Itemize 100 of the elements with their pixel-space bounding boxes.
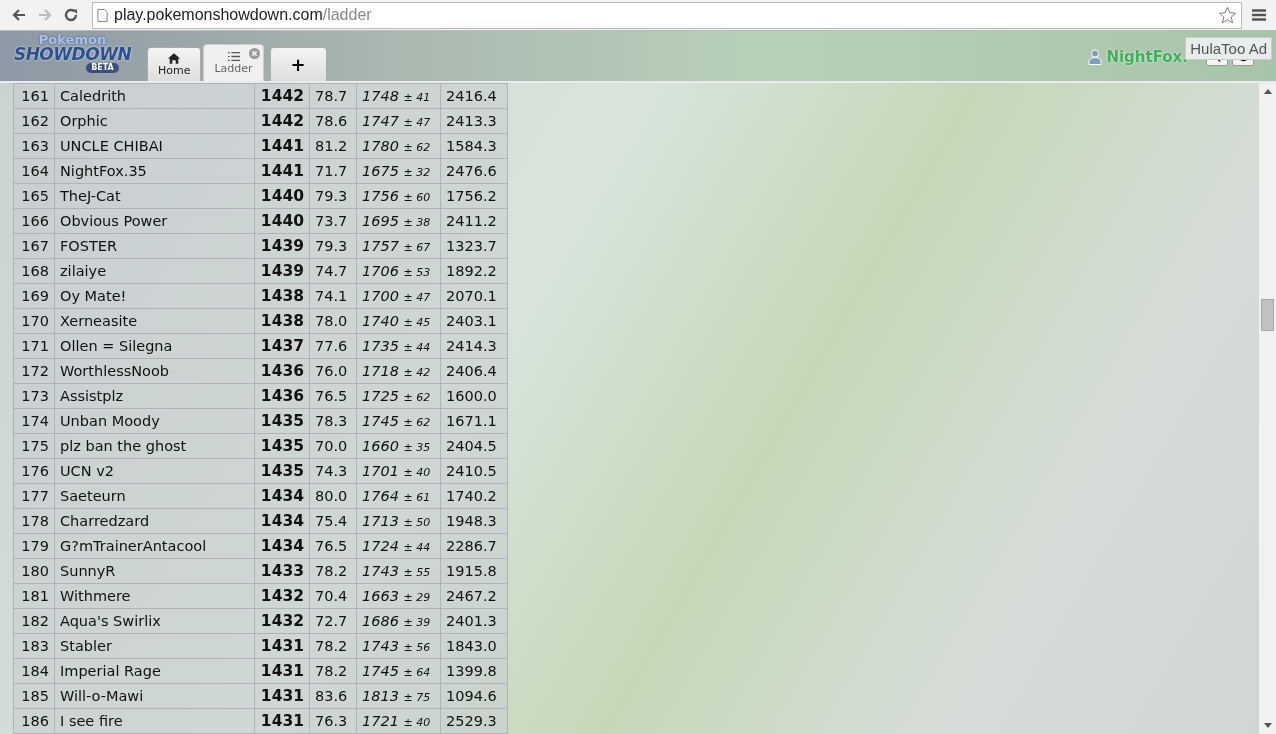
coil-cell: 1584.3: [440, 133, 508, 159]
elo-cell: 1435: [254, 458, 310, 484]
elo-cell: 1436: [254, 383, 310, 409]
gxe-cell: 81.2: [309, 133, 357, 159]
coil-cell: 1323.7: [440, 233, 508, 259]
glicko-cell: 1706 ± 53: [356, 258, 441, 284]
rank-cell: 162: [13, 108, 55, 134]
elo-cell: 1441: [254, 133, 310, 159]
rank-cell: 167: [13, 233, 55, 259]
gxe-cell: 70.0: [309, 433, 357, 459]
coil-cell: 2467.2: [440, 583, 508, 609]
glicko-cell: 1748 ± 41: [356, 83, 441, 109]
glicko-cell: 1735 ± 44: [356, 333, 441, 359]
coil-cell: 1094.6: [440, 683, 508, 709]
coil-cell: 2476.6: [440, 158, 508, 184]
coil-cell: 2529.3: [440, 708, 508, 734]
glicko-cell: 1764 ± 61: [356, 483, 441, 509]
glicko-cell: 1701 ± 40: [356, 458, 441, 484]
rank-cell: 179: [13, 533, 55, 559]
gxe-cell: 76.5: [309, 383, 357, 409]
elo-cell: 1433: [254, 558, 310, 584]
elo-cell: 1438: [254, 283, 310, 309]
coil-cell: 2070.1: [440, 283, 508, 309]
elo-cell: 1436: [254, 358, 310, 384]
rank-cell: 185: [13, 683, 55, 709]
rank-cell: 180: [13, 558, 55, 584]
gxe-cell: 78.0: [309, 308, 357, 334]
glicko-cell: 1686 ± 39: [356, 608, 441, 634]
coil-cell: 2416.4: [440, 83, 508, 109]
elo-cell: 1431: [254, 633, 310, 659]
elo-cell: 1432: [254, 583, 310, 609]
rank-cell: 178: [13, 508, 55, 534]
gxe-cell: 72.7: [309, 608, 357, 634]
coil-cell: 2410.5: [440, 458, 508, 484]
elo-cell: 1441: [254, 158, 310, 184]
gxe-cell: 77.6: [309, 333, 357, 359]
glicko-cell: 1725 ± 62: [356, 383, 441, 409]
coil-cell: 1915.8: [440, 558, 508, 584]
gxe-cell: 75.4: [309, 508, 357, 534]
glicko-cell: 1745 ± 62: [356, 408, 441, 434]
rank-cell: 182: [13, 608, 55, 634]
gxe-cell: 79.3: [309, 183, 357, 209]
gxe-cell: 79.3: [309, 233, 357, 259]
rank-cell: 177: [13, 483, 55, 509]
rank-cell: 169: [13, 283, 55, 309]
elo-cell: 1435: [254, 433, 310, 459]
rank-cell: 165: [13, 183, 55, 209]
rank-cell: 176: [13, 458, 55, 484]
glicko-cell: 1718 ± 42: [356, 358, 441, 384]
coil-cell: 2411.2: [440, 208, 508, 234]
rank-cell: 171: [13, 333, 55, 359]
glicko-cell: 1813 ± 75: [356, 683, 441, 709]
gxe-cell: 78.7: [309, 83, 357, 109]
gxe-cell: 78.2: [309, 558, 357, 584]
elo-cell: 1431: [254, 708, 310, 734]
gxe-cell: 71.7: [309, 158, 357, 184]
glicko-cell: 1757 ± 67: [356, 233, 441, 259]
gxe-cell: 74.1: [309, 283, 357, 309]
rank-cell: 175: [13, 433, 55, 459]
coil-cell: 2403.1: [440, 308, 508, 334]
rank-cell: 164: [13, 158, 55, 184]
gxe-cell: 76.3: [309, 708, 357, 734]
elo-cell: 1431: [254, 658, 310, 684]
glicko-cell: 1743 ± 56: [356, 633, 441, 659]
rank-cell: 186: [13, 708, 55, 734]
glicko-cell: 1675 ± 32: [356, 158, 441, 184]
glicko-cell: 1743 ± 55: [356, 558, 441, 584]
gxe-cell: 76.0: [309, 358, 357, 384]
rank-cell: 183: [13, 633, 55, 659]
glicko-cell: 1745 ± 64: [356, 658, 441, 684]
elo-cell: 1439: [254, 258, 310, 284]
rank-cell: 168: [13, 258, 55, 284]
glicko-cell: 1700 ± 47: [356, 283, 441, 309]
coil-cell: 2401.3: [440, 608, 508, 634]
gxe-cell: 80.0: [309, 483, 357, 509]
gxe-cell: 78.3: [309, 408, 357, 434]
coil-cell: 1600.0: [440, 383, 508, 409]
elo-cell: 1437: [254, 333, 310, 359]
gxe-cell: 83.6: [309, 683, 357, 709]
coil-cell: 1756.2: [440, 183, 508, 209]
glicko-cell: 1663 ± 29: [356, 583, 441, 609]
rank-cell: 184: [13, 658, 55, 684]
glicko-cell: 1660 ± 35: [356, 433, 441, 459]
glicko-cell: 1747 ± 47: [356, 108, 441, 134]
elo-cell: 1440: [254, 183, 310, 209]
gxe-cell: 74.7: [309, 258, 357, 284]
elo-cell: 1438: [254, 308, 310, 334]
glicko-cell: 1756 ± 60: [356, 183, 441, 209]
glicko-cell: 1695 ± 38: [356, 208, 441, 234]
gxe-cell: 73.7: [309, 208, 357, 234]
coil-cell: 1399.8: [440, 658, 508, 684]
coil-cell: 1892.2: [440, 258, 508, 284]
coil-cell: 2413.3: [440, 108, 508, 134]
glicko-cell: 1740 ± 45: [356, 308, 441, 334]
glicko-cell: 1724 ± 44: [356, 533, 441, 559]
elo-cell: 1440: [254, 208, 310, 234]
coil-cell: 1740.2: [440, 483, 508, 509]
rank-cell: 173: [13, 383, 55, 409]
coil-cell: 2414.3: [440, 333, 508, 359]
elo-cell: 1442: [254, 108, 310, 134]
